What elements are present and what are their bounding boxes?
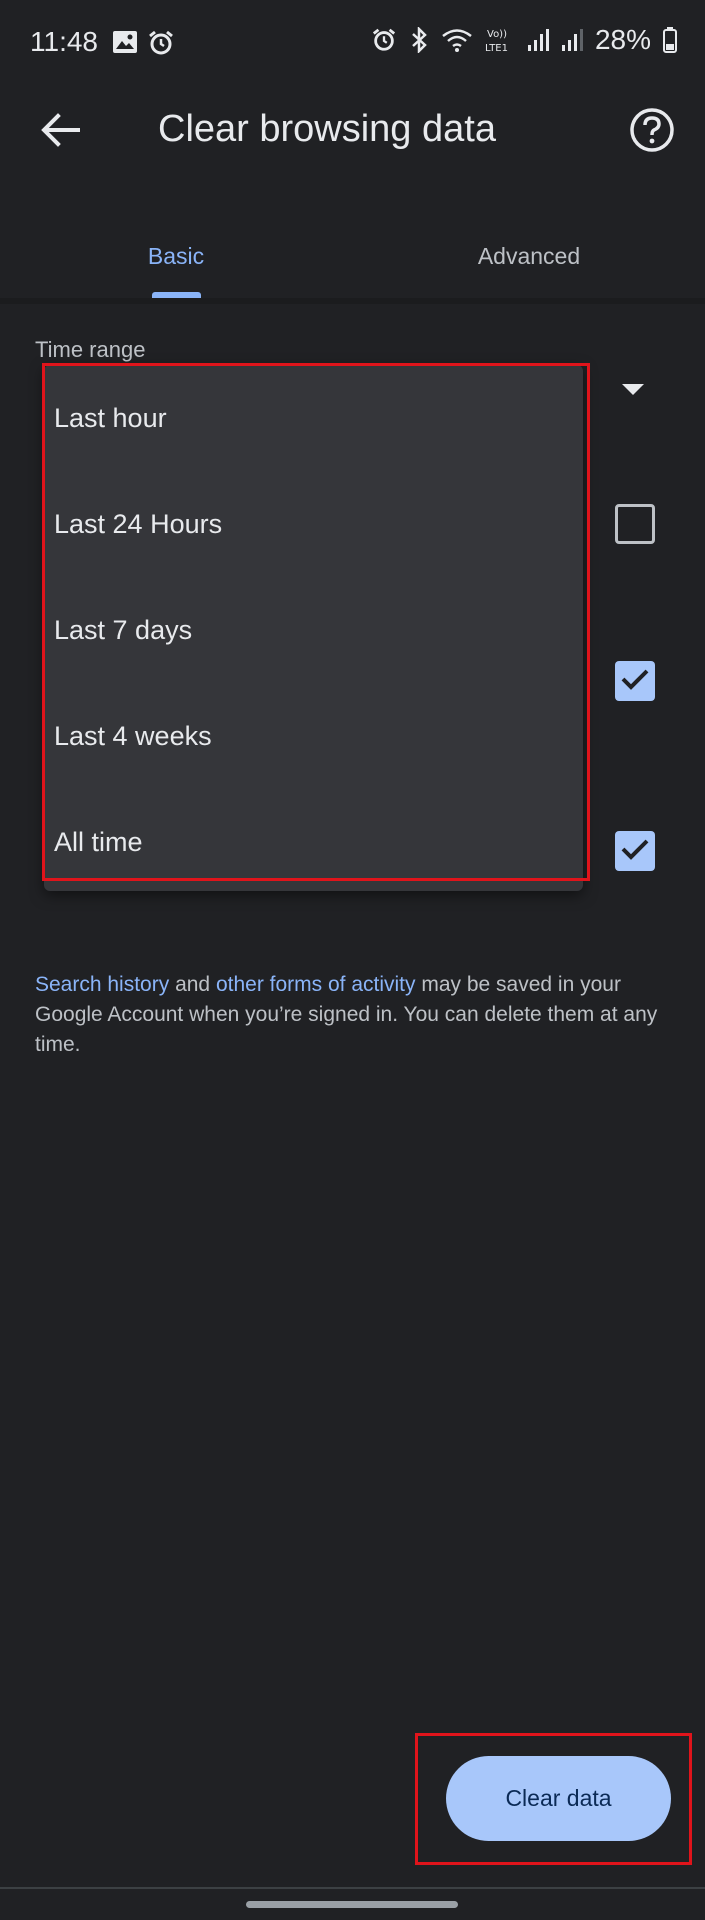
check-icon <box>620 667 650 696</box>
status-icons: Vo)) LTE1 28% <box>371 24 677 56</box>
battery-percent: 28% <box>594 24 651 55</box>
page-title: Clear browsing data <box>158 108 496 150</box>
menu-item-last-7-days[interactable]: Last 7 days <box>44 578 583 683</box>
battery-icon <box>663 27 677 53</box>
back-button[interactable] <box>28 100 92 164</box>
tab-basic[interactable]: Basic <box>0 216 352 296</box>
checkbox-2[interactable] <box>615 661 655 701</box>
tab-advanced[interactable]: Advanced <box>353 216 705 296</box>
alarm-icon <box>371 27 397 53</box>
bluetooth-icon <box>409 27 429 53</box>
clear-data-button[interactable]: Clear data <box>446 1756 671 1841</box>
menu-item-all-time[interactable]: All time <box>44 790 583 895</box>
help-button[interactable] <box>620 100 684 164</box>
time-range-label: Time range <box>35 337 146 362</box>
dropdown-arrow-icon[interactable] <box>622 384 644 395</box>
tabs-divider <box>0 298 705 304</box>
image-icon <box>112 30 138 59</box>
gesture-bar[interactable] <box>246 1901 458 1908</box>
signal-icon <box>561 28 583 52</box>
checkbox-3[interactable] <box>615 831 655 871</box>
volte-icon: Vo)) LTE1 <box>485 26 515 54</box>
menu-item-last-hour[interactable]: Last hour <box>44 366 583 471</box>
bottom-divider <box>0 1887 705 1889</box>
menu-item-last-24-hours[interactable]: Last 24 Hours <box>44 472 583 577</box>
status-time: 11:48 <box>30 26 98 57</box>
help-icon <box>629 107 675 158</box>
svg-text:Vo)): Vo)) <box>487 29 507 40</box>
checkbox-1[interactable] <box>615 504 655 544</box>
signal-icon <box>527 28 549 52</box>
check-icon <box>620 837 650 866</box>
svg-text:LTE1: LTE1 <box>485 43 508 54</box>
wifi-icon <box>441 27 473 53</box>
search-history-link[interactable]: Search history <box>35 973 169 996</box>
menu-item-last-4-weeks[interactable]: Last 4 weeks <box>44 684 583 789</box>
footnote-text-1: and <box>169 973 216 996</box>
account-activity-note: Search history and other forms of activi… <box>35 970 675 1060</box>
other-activity-link[interactable]: other forms of activity <box>216 973 416 996</box>
arrow-back-icon <box>40 112 80 153</box>
alarm-icon <box>147 29 175 62</box>
